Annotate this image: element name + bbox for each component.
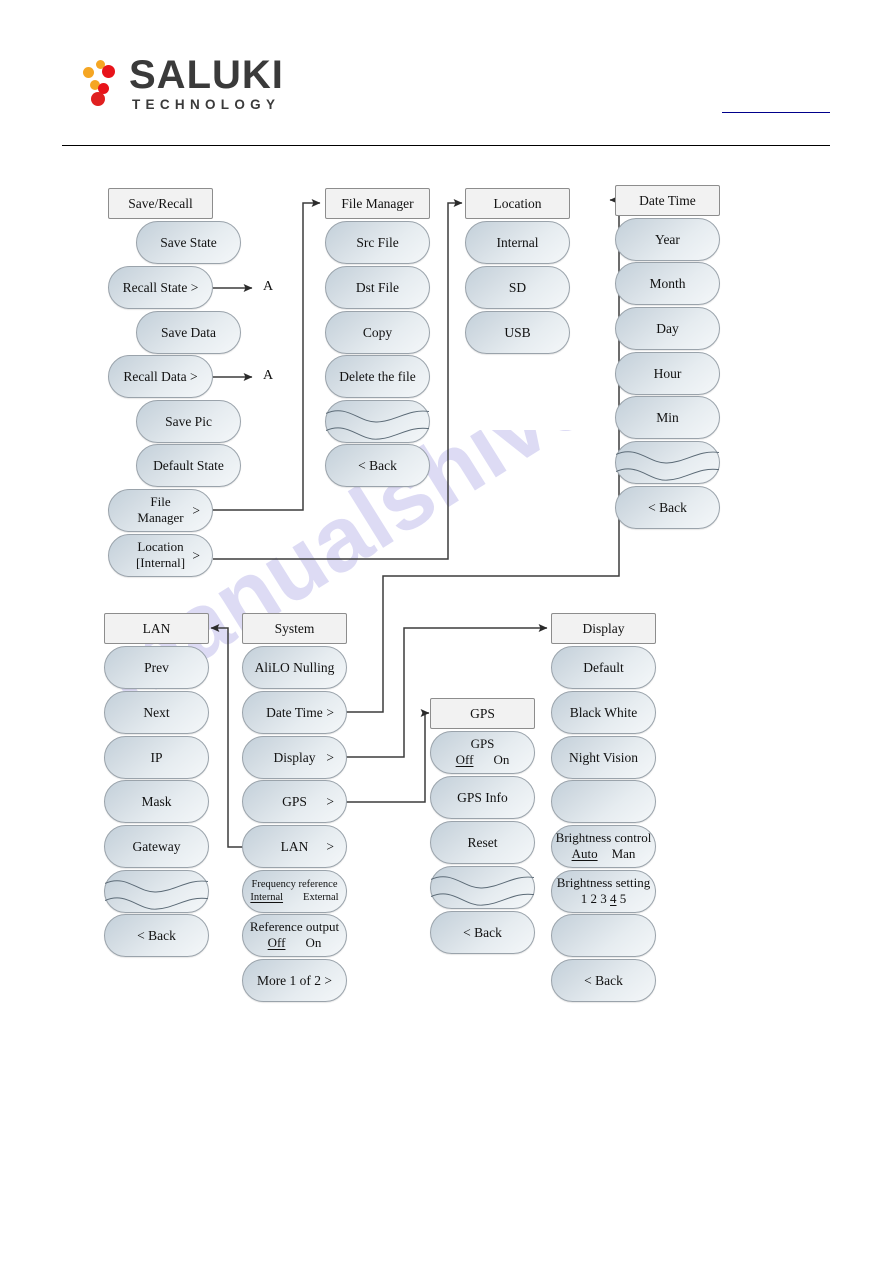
menu-button-lan[interactable]: LAN > <box>242 825 347 868</box>
menu-button-prev[interactable]: Prev <box>104 646 209 689</box>
squiggle-icon <box>326 410 429 440</box>
menu-header-gps[interactable]: GPS <box>430 698 535 729</box>
menu-button-sd[interactable]: SD <box>465 266 570 309</box>
menu-button-ip[interactable]: IP <box>104 736 209 779</box>
chevron-right-icon: > <box>326 793 334 809</box>
menu-button-reset[interactable]: Reset <box>430 821 535 864</box>
menu-button-gateway[interactable]: Gateway <box>104 825 209 868</box>
menu-button-back-gps[interactable]: < Back <box>430 911 535 954</box>
menu-button-back-file-manager[interactable]: < Back <box>325 444 430 487</box>
chevron-right-icon: > <box>192 547 200 563</box>
menu-header-location[interactable]: Location <box>465 188 570 219</box>
option-brightness-5[interactable]: 5 <box>620 891 627 906</box>
menu-button-dst-file[interactable]: Dst File <box>325 266 430 309</box>
option-brightness-3[interactable]: 3 <box>600 891 607 906</box>
menu-button-location[interactable]: Location [Internal] > <box>108 534 213 577</box>
menu-button-src-file[interactable]: Src File <box>325 221 430 264</box>
menu-button-day[interactable]: Day <box>615 307 720 350</box>
menu-button-blank <box>551 780 656 823</box>
menu-tree-diagram: Save/Recall Save State Recall State > Sa… <box>0 0 893 1263</box>
squiggle-icon <box>431 876 534 906</box>
menu-button-mask[interactable]: Mask <box>104 780 209 823</box>
menu-button-gps-toggle[interactable]: GPS Off On <box>430 731 535 774</box>
menu-button-internal[interactable]: Internal <box>465 221 570 264</box>
menu-button-reference-output[interactable]: Reference output Off On <box>242 914 347 957</box>
menu-button-recall-state[interactable]: Recall State > <box>108 266 213 309</box>
menu-header-file-manager[interactable]: File Manager <box>325 188 430 219</box>
menu-button-back-date-time[interactable]: < Back <box>615 486 720 529</box>
branch-label-a-recall-data: A <box>263 368 274 383</box>
menu-button-black-white[interactable]: Black White <box>551 691 656 734</box>
menu-button-file-manager[interactable]: File Manager > <box>108 489 213 532</box>
menu-button-separator-squiggle <box>325 400 430 443</box>
option-reference-output-on[interactable]: On <box>305 935 321 950</box>
menu-button-default-state[interactable]: Default State <box>136 444 241 487</box>
menu-button-night-vision[interactable]: Night Vision <box>551 736 656 779</box>
option-brightness-auto[interactable]: Auto <box>572 846 598 861</box>
menu-button-save-data[interactable]: Save Data <box>136 311 241 354</box>
squiggle-icon <box>616 451 719 481</box>
menu-button-more-1-of-2[interactable]: More 1 of 2 > <box>242 959 347 1002</box>
menu-button-separator-squiggle <box>104 870 209 913</box>
option-brightness-2[interactable]: 2 <box>591 891 598 906</box>
menu-header-lan[interactable]: LAN <box>104 613 209 644</box>
option-brightness-man[interactable]: Man <box>612 846 636 861</box>
menu-button-separator-squiggle <box>615 441 720 484</box>
menu-button-blank <box>551 914 656 957</box>
option-gps-on[interactable]: On <box>493 752 509 767</box>
menu-button-next[interactable]: Next <box>104 691 209 734</box>
menu-button-hour[interactable]: Hour <box>615 352 720 395</box>
menu-button-gps-info[interactable]: GPS Info <box>430 776 535 819</box>
menu-button-usb[interactable]: USB <box>465 311 570 354</box>
option-brightness-1[interactable]: 1 <box>581 891 588 906</box>
chevron-right-icon: > <box>192 502 200 518</box>
menu-button-min[interactable]: Min <box>615 396 720 439</box>
option-reference-output-off[interactable]: Off <box>268 935 286 950</box>
menu-button-alilo-nulling[interactable]: AliLO Nulling <box>242 646 347 689</box>
option-frequency-internal[interactable]: Internal <box>250 892 283 903</box>
menu-button-copy[interactable]: Copy <box>325 311 430 354</box>
chevron-right-icon: > <box>326 749 334 765</box>
menu-button-brightness-control[interactable]: Brightness control Auto Man <box>551 825 656 868</box>
option-brightness-4[interactable]: 4 <box>610 891 617 906</box>
menu-button-date-time[interactable]: Date Time > <box>242 691 347 734</box>
menu-header-save-recall[interactable]: Save/Recall <box>108 188 213 219</box>
menu-header-display[interactable]: Display <box>551 613 656 644</box>
menu-button-separator-squiggle <box>430 866 535 909</box>
menu-button-save-pic[interactable]: Save Pic <box>136 400 241 443</box>
menu-button-default[interactable]: Default <box>551 646 656 689</box>
option-frequency-external[interactable]: External <box>303 892 339 903</box>
menu-button-frequency-reference[interactable]: Frequency reference Internal External <box>242 870 347 913</box>
menu-button-delete-the-file[interactable]: Delete the file <box>325 355 430 398</box>
menu-button-back-display[interactable]: < Back <box>551 959 656 1002</box>
chevron-right-icon: > <box>326 838 334 854</box>
menu-button-month[interactable]: Month <box>615 262 720 305</box>
menu-button-gps[interactable]: GPS > <box>242 780 347 823</box>
menu-button-display[interactable]: Display > <box>242 736 347 779</box>
menu-button-recall-data[interactable]: Recall Data > <box>108 355 213 398</box>
option-gps-off[interactable]: Off <box>456 752 474 767</box>
menu-button-year[interactable]: Year <box>615 218 720 261</box>
menu-button-back-lan[interactable]: < Back <box>104 914 209 957</box>
squiggle-icon <box>105 880 208 910</box>
menu-header-date-time[interactable]: Date Time <box>615 185 720 216</box>
chevron-right-icon: > <box>326 704 334 720</box>
menu-button-save-state[interactable]: Save State <box>136 221 241 264</box>
branch-label-a-recall-state: A <box>263 279 274 294</box>
menu-header-system[interactable]: System <box>242 613 347 644</box>
menu-button-brightness-setting[interactable]: Brightness setting 1 2 3 4 5 <box>551 870 656 913</box>
